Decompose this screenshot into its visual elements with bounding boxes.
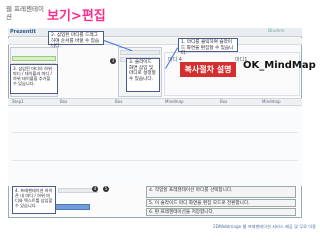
row-divider bbox=[12, 132, 298, 133]
node-item-selected[interactable] bbox=[12, 56, 56, 61]
row-divider bbox=[12, 160, 298, 161]
callout-insert-slide: 3. 슬라이드 화면 삼입 및 마디로 설정할 수 있습니다. bbox=[126, 58, 160, 92]
callout-save: 6. 편 프레젠테이션을 저장합니다. bbox=[146, 208, 296, 216]
step-badge-5: 5 bbox=[103, 186, 109, 192]
tool-item[interactable] bbox=[120, 50, 160, 55]
app-logo: Prezentit bbox=[10, 29, 36, 35]
page-subtitle: 웹 프레젠테이션 bbox=[6, 5, 44, 21]
tab-box-2[interactable]: Box bbox=[115, 99, 122, 105]
callout-insert-text: 4. 프레젠테이션 하이픈 내 마디 / 하위 마디와 텍스트를 삼입할 수 있… bbox=[12, 186, 56, 214]
mindmap-label: OK_MindMap bbox=[243, 60, 316, 71]
callout-select-node: 4. 작업할 프레젠테이션 마디를 선택합니다. bbox=[146, 186, 296, 198]
tab-box-3[interactable]: Box bbox=[220, 99, 227, 105]
callout-edit-mode: 5. 이 슬라이드 마디 화면을 편집 모드로 전환합니다. bbox=[146, 199, 296, 207]
tab-bar bbox=[8, 98, 302, 106]
work-area bbox=[8, 106, 302, 186]
tab-mindmap-2[interactable]: Mindmap bbox=[262, 99, 281, 105]
callout-edit-node: 1. 마디를 클릭하여 슬라이드 화면을 편집할 수 있습니다. bbox=[178, 38, 238, 56]
page-title: 보기>편집 bbox=[47, 9, 106, 24]
footer-text: 2DWebImage 웹 프레젠테이션 서비스 제공 및 무료 이용 bbox=[213, 224, 316, 229]
brand-label: BlueInk bbox=[268, 29, 285, 34]
step-badge-3: 3 bbox=[110, 58, 116, 64]
callout-add-subnode: 3. 삼입된 마디의 하위 마디 / 테이블과 마디 / 하위 테이블을 추가할… bbox=[10, 64, 58, 94]
tab-mindmap-1[interactable]: Mindmap bbox=[165, 99, 184, 105]
callout-drag-node: 2. 삼입된 마디를 드래그하여 순서를 바꿀 수 있습니다. bbox=[48, 31, 104, 49]
slide-title-box[interactable]: 복사절차 설명 bbox=[180, 62, 236, 77]
tab-step1[interactable]: Step1 bbox=[12, 99, 24, 105]
tab-box-1[interactable]: Box bbox=[60, 99, 67, 105]
step-badge-4: 4 bbox=[92, 186, 98, 192]
